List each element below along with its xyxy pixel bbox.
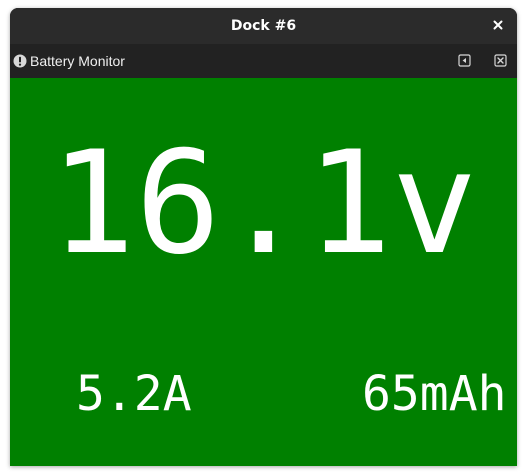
dock-close-button[interactable] — [494, 54, 507, 67]
capacity-readout: 65mAh — [362, 366, 507, 422]
dock-window: Dock #6 Battery Monitor 16.1v 5.2A 65mAh — [10, 8, 517, 466]
voltage-readout: 16.1v — [49, 121, 478, 286]
dock-title: Battery Monitor — [30, 53, 125, 69]
dock-header: Battery Monitor — [10, 44, 517, 78]
close-icon — [493, 20, 503, 30]
close-icon — [494, 54, 507, 67]
current-readout: 5.2A — [76, 366, 192, 422]
alert-circle-icon — [13, 54, 27, 68]
window-close-button[interactable] — [487, 14, 509, 36]
window-titlebar[interactable]: Dock #6 — [10, 8, 517, 44]
window-title: Dock #6 — [230, 18, 297, 34]
undock-icon — [458, 54, 471, 67]
battery-monitor-panel: 16.1v 5.2A 65mAh — [10, 78, 517, 466]
undock-button[interactable] — [458, 54, 471, 67]
